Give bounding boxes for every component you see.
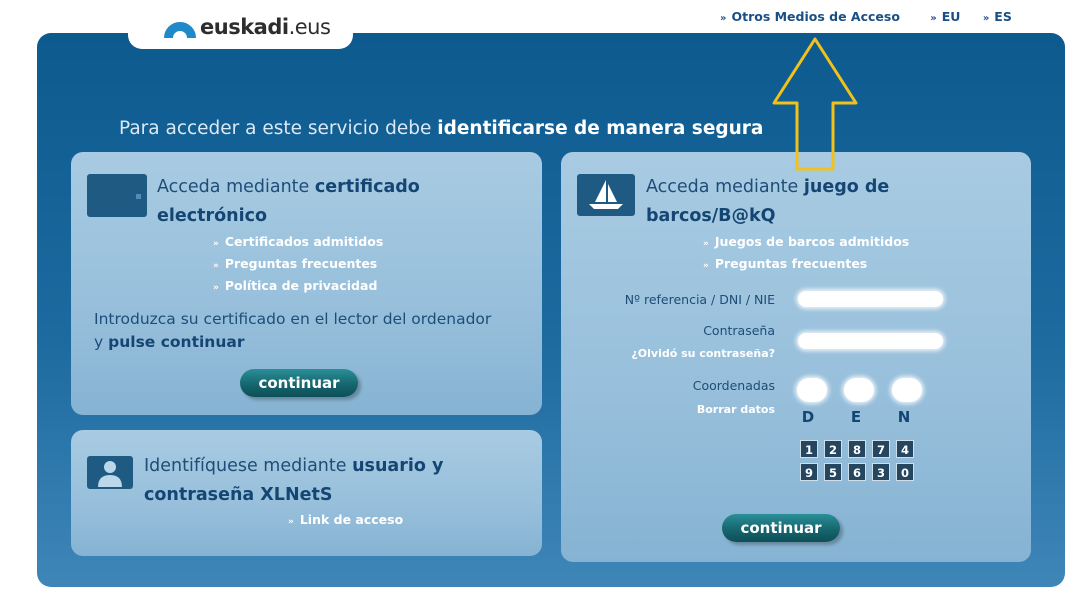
sailboat-icon: [577, 174, 635, 216]
cert-link-admitted[interactable]: » Certificados admitidos: [213, 232, 383, 254]
coord-input-d[interactable]: [797, 378, 827, 402]
bakq-title: Acceda mediante juego de barcos/B@kQ: [646, 177, 890, 226]
keypad-key[interactable]: 6: [848, 463, 866, 481]
password-label: Contraseña: [703, 323, 775, 338]
chevron-icon: »: [930, 13, 937, 24]
other-access-link[interactable]: Otros Medios de Acceso: [731, 9, 899, 24]
lang-es-wrap[interactable]: » ES: [983, 9, 1012, 24]
forgot-password-link[interactable]: ¿Olvidó su contraseña?: [631, 347, 775, 360]
page-headline: Para acceder a este servicio debe identi…: [119, 118, 764, 139]
keypad-key[interactable]: 7: [872, 440, 890, 458]
cert-link-faq[interactable]: » Preguntas frecuentes: [213, 254, 383, 276]
keypad-key[interactable]: 3: [872, 463, 890, 481]
xlnets-link-access[interactable]: » Link de acceso: [288, 510, 403, 532]
lang-es-link[interactable]: ES: [994, 9, 1012, 24]
keypad-key[interactable]: 5: [824, 463, 842, 481]
keypad-key[interactable]: 9: [800, 463, 818, 481]
page: » Otros Medios de Acceso » EU » ES euskadi.…: [0, 0, 1088, 596]
coord-letter-e: E: [850, 408, 862, 426]
lang-eu-link[interactable]: EU: [942, 9, 961, 24]
ref-label: Nº referencia / DNI / NIE: [624, 292, 775, 307]
lang-eu-wrap[interactable]: » EU: [930, 9, 960, 24]
arch-logo-icon: [164, 22, 196, 38]
bakq-continue-button[interactable]: continuar: [722, 514, 840, 542]
bakq-links: » Juegos de barcos admitidos » Preguntas f…: [703, 232, 909, 276]
coord-input-e[interactable]: [844, 378, 874, 402]
chevron-icon: »: [982, 13, 990, 24]
keypad-key[interactable]: 0: [896, 463, 914, 481]
keypad-key[interactable]: 1: [800, 440, 818, 458]
coord-letter-d: D: [801, 408, 815, 426]
keypad-grid: 1 2 8 7 4 9 5 6 3 0: [797, 437, 925, 483]
bakq-link-admitted[interactable]: » Juegos de barcos admitidos: [703, 232, 909, 254]
bakq-link-faq[interactable]: » Preguntas frecuentes: [703, 254, 909, 276]
clear-data-link[interactable]: Borrar datos: [697, 403, 775, 416]
user-icon: [87, 456, 133, 489]
keypad-key[interactable]: 4: [896, 440, 914, 458]
annotation-arrow-icon: [772, 37, 858, 171]
certificate-instruction: Introduzca su certificado en el lector d…: [94, 310, 492, 351]
ref-input[interactable]: [798, 291, 943, 307]
password-input[interactable]: [798, 333, 943, 349]
logo-tab[interactable]: euskadi.eus: [128, 0, 353, 49]
top-nav: » Otros Medios de Acceso » EU » ES: [720, 9, 1012, 24]
id-card-icon: [87, 174, 147, 217]
coord-input-n[interactable]: [892, 378, 922, 402]
certificate-continue-button[interactable]: continuar: [240, 369, 358, 397]
cert-link-privacy[interactable]: » Política de privacidad: [213, 276, 383, 298]
keypad-key[interactable]: 8: [848, 440, 866, 458]
coords-label: Coordenadas: [692, 378, 775, 393]
logo-text: euskadi.eus: [200, 15, 331, 39]
chevron-icon: »: [720, 13, 727, 24]
certificate-title: Acceda mediante certificado electrónico: [157, 177, 420, 226]
coord-letter-n: N: [897, 408, 911, 426]
keypad-key[interactable]: 2: [824, 440, 842, 458]
xlnets-title: Identifíquese mediante usuario y contras…: [144, 456, 444, 505]
other-access-link-wrap[interactable]: » Otros Medios de Acceso: [720, 9, 900, 24]
certificate-links: » Certificados admitidos » Preguntas frecu…: [213, 232, 383, 298]
